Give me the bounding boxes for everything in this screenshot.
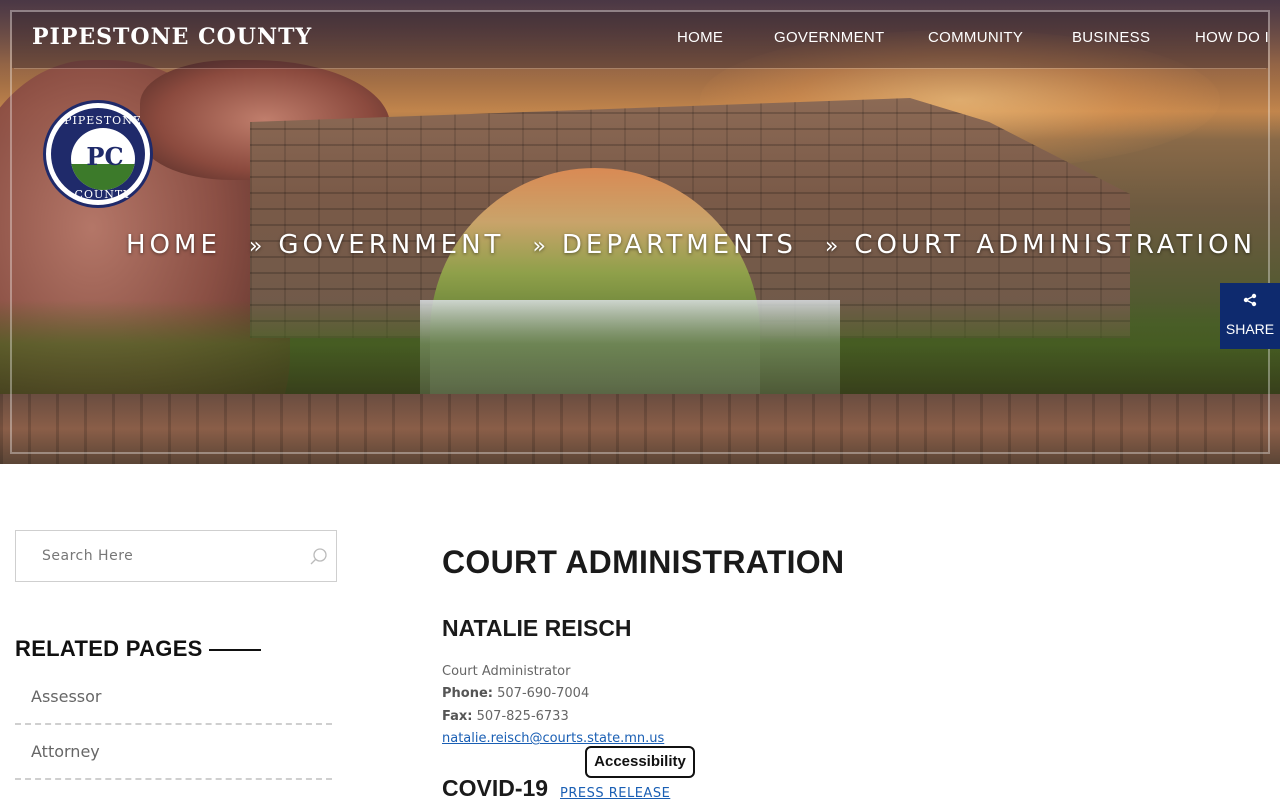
covid-heading: COVID-19 — [442, 775, 549, 800]
site-title[interactable]: PIPESTONE COUNTY — [32, 24, 312, 50]
breadcrumb-home[interactable]: HOME — [126, 230, 221, 260]
nav-home[interactable]: HOME — [677, 29, 723, 46]
breadcrumb-departments[interactable]: DEPARTMENTS — [562, 230, 797, 260]
email-link[interactable]: natalie.reisch@courts.state.mn.us — [442, 731, 664, 746]
breadcrumb-government[interactable]: GOVERNMENT — [278, 230, 504, 260]
related-item-label: Assessor — [31, 687, 102, 706]
share-icon — [1220, 293, 1280, 311]
page-title: COURT ADMINISTRATION — [442, 544, 845, 580]
nav-how-do-i[interactable]: HOW DO I — [1195, 29, 1269, 46]
contact-name: NATALIE REISCH — [442, 615, 632, 641]
logo-text-bottom: COUNTY — [74, 188, 132, 201]
nav-community[interactable]: COMMUNITY — [928, 29, 1023, 46]
fax-label: Fax: — [442, 709, 473, 724]
press-release-link[interactable]: PRESS RELEASE — [560, 786, 670, 800]
related-item-assessor[interactable]: Assessor — [15, 671, 332, 725]
phone-value: 507-690-7004 — [497, 686, 590, 701]
search-box — [15, 530, 337, 582]
breadcrumb-separator: » — [248, 234, 263, 259]
nav-government[interactable]: GOVERNMENT — [774, 29, 885, 46]
phone-label: Phone: — [442, 686, 493, 701]
related-pages-heading: RELATED PAGES — [15, 636, 203, 661]
logo-core: PC — [69, 126, 137, 192]
logo-ring: PIPESTONE PC COUNTY — [51, 108, 145, 201]
breadcrumb-current: COURT ADMINISTRATION — [854, 230, 1257, 260]
breadcrumb: HOME » GOVERNMENT » DEPARTMENTS » COURT ADMINI… — [126, 230, 1256, 260]
nav-business[interactable]: BUSINESS — [1072, 29, 1150, 46]
related-pages-divider — [209, 649, 261, 651]
breadcrumb-separator: » — [824, 234, 839, 259]
contact-role: Court Administrator — [442, 664, 571, 679]
related-item-label: Attorney — [31, 742, 100, 761]
share-label: SHARE — [1225, 321, 1275, 337]
logo-letters: PC — [86, 142, 124, 171]
contact-fax: Fax: 507-825-6733 — [442, 709, 569, 724]
hero-reflection — [0, 394, 1280, 464]
search-icon[interactable] — [308, 546, 330, 568]
breadcrumb-separator: » — [532, 234, 546, 259]
contact-email: natalie.reisch@courts.state.mn.us — [442, 731, 664, 746]
share-button[interactable]: SHARE — [1220, 283, 1280, 349]
fax-value: 507-825-6733 — [476, 709, 569, 724]
county-seal-logo[interactable]: PIPESTONE PC COUNTY — [43, 100, 153, 208]
contact-phone: Phone: 507-690-7004 — [442, 686, 589, 701]
related-item-attorney[interactable]: Attorney — [15, 726, 332, 780]
accessibility-button[interactable]: Accessibility — [585, 746, 695, 778]
search-input[interactable] — [17, 532, 287, 580]
